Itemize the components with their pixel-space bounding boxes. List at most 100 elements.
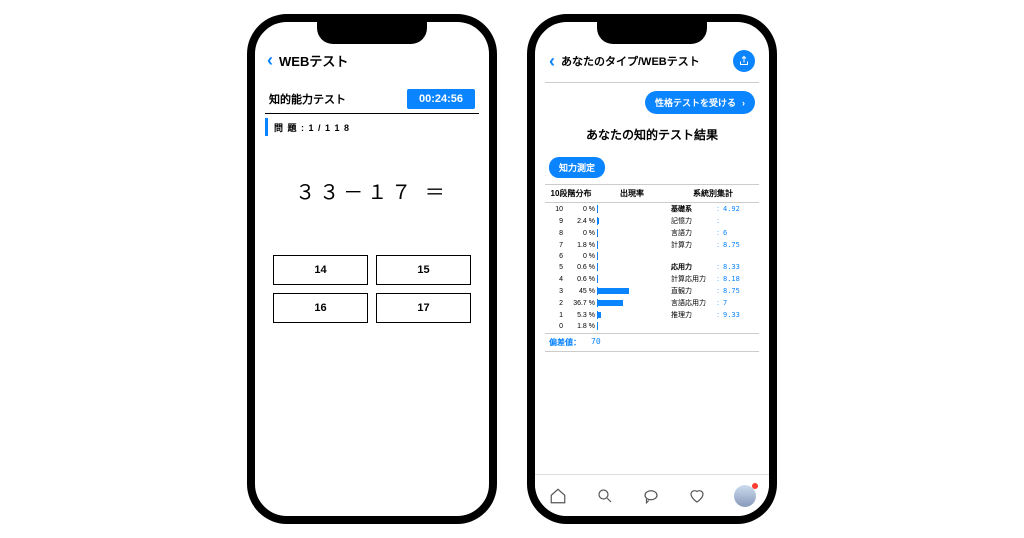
- result-title: あなたの知的テスト結果: [545, 126, 759, 143]
- bar-cell: [597, 229, 667, 237]
- timer-badge: 00:24:56: [407, 89, 475, 109]
- search-icon[interactable]: [595, 486, 615, 506]
- bar-cell: [597, 287, 667, 295]
- bar-cell: [597, 263, 667, 271]
- table-header: 10段階分布 出現率 系統別集計: [545, 184, 759, 203]
- share-icon: [738, 55, 750, 67]
- profile-avatar[interactable]: [734, 485, 756, 507]
- score-value: 7: [723, 299, 749, 307]
- answer-button-1[interactable]: 14: [273, 255, 368, 285]
- percent-cell: 0 %: [567, 206, 597, 213]
- answer-button-3[interactable]: 16: [273, 293, 368, 323]
- percent-cell: 2.4 %: [567, 218, 597, 225]
- share-button[interactable]: [733, 50, 755, 72]
- divider: [265, 113, 479, 114]
- table-row: 60 %: [545, 251, 759, 261]
- phone-right: ‹ あなたのタイプ/WEBテスト 性格テストを受ける › あなたの知的テスト結果…: [527, 14, 777, 524]
- category-label: 応用力: [667, 262, 717, 272]
- level-cell: 6: [545, 253, 567, 260]
- level-cell: 1: [545, 312, 567, 319]
- home-icon[interactable]: [548, 486, 568, 506]
- bar-cell: [597, 311, 667, 319]
- table-row: 50.6 %応用力:8.33: [545, 261, 759, 273]
- deviation-value: 70: [591, 337, 601, 348]
- col-aggregate: 系統別集計: [667, 188, 759, 199]
- answer-button-2[interactable]: 15: [376, 255, 471, 285]
- data-rows: 100 %基礎系:4.9292.4 %記憶力:80 %言語力:671.8 %計算…: [545, 203, 759, 331]
- bar-cell: [597, 322, 667, 330]
- percent-cell: 0.6 %: [567, 264, 597, 271]
- category-label: 直観力: [667, 286, 717, 296]
- percent-cell: 0 %: [567, 253, 597, 260]
- level-cell: 8: [545, 230, 567, 237]
- tab-bar: [535, 474, 769, 516]
- question-number: 問 題 : 1 / 1 1 8: [274, 121, 350, 134]
- table-row: 40.6 %計算応用力:8.18: [545, 273, 759, 285]
- phone-left: ‹ WEBテスト 知的能力テスト 00:24:56 問 題 : 1 / 1 1 …: [247, 14, 497, 524]
- percent-cell: 0 %: [567, 230, 597, 237]
- back-chevron-icon[interactable]: ‹: [267, 50, 273, 71]
- question-text: ３３－１７ ＝: [265, 176, 479, 205]
- back-chevron-icon[interactable]: ‹: [549, 51, 555, 72]
- table-row: 100 %基礎系:4.92: [545, 203, 759, 215]
- table-row: 01.8 %: [545, 321, 759, 331]
- notch: [597, 22, 707, 44]
- category-label: 言語応用力: [667, 298, 717, 308]
- cta-label: 性格テストを受ける: [655, 96, 736, 109]
- score-value: 6: [723, 229, 749, 237]
- table-row: 80 %言語力:6: [545, 227, 759, 239]
- bar-cell: [597, 275, 667, 283]
- level-cell: 4: [545, 276, 567, 283]
- percent-cell: 1.8 %: [567, 242, 597, 249]
- answer-button-4[interactable]: 17: [376, 293, 471, 323]
- personality-test-button[interactable]: 性格テストを受ける ›: [645, 91, 755, 114]
- level-cell: 5: [545, 264, 567, 271]
- header: ‹ あなたのタイプ/WEBテスト: [545, 50, 759, 72]
- answer-grid: 14 15 16 17: [265, 255, 479, 323]
- colon: :: [717, 218, 723, 225]
- category-label: 基礎系: [667, 204, 717, 214]
- chevron-right-icon: ›: [742, 98, 745, 108]
- bar-cell: [597, 205, 667, 213]
- heart-icon[interactable]: [687, 486, 707, 506]
- table-row: 92.4 % 記憶力:: [545, 215, 759, 227]
- category-label: 計算応用力: [667, 274, 717, 284]
- level-cell: 9: [545, 218, 567, 225]
- percent-cell: 5.3 %: [567, 312, 597, 319]
- col-distribution: 10段階分布: [545, 188, 597, 199]
- bar-cell: [597, 241, 667, 249]
- divider: [545, 82, 759, 83]
- header-title: WEBテスト: [279, 51, 348, 70]
- table-row: 15.3 %推理力:9.33: [545, 309, 759, 321]
- col-rate: 出現率: [597, 188, 667, 199]
- score-value: 4.92: [723, 205, 749, 213]
- subheader: 知的能力テスト 00:24:56: [265, 89, 479, 109]
- level-cell: 7: [545, 242, 567, 249]
- category-label: 言語力: [667, 228, 717, 238]
- notch: [317, 22, 427, 44]
- percent-cell: 1.8 %: [567, 323, 597, 330]
- category-label: 推理力: [667, 310, 717, 320]
- header-title: あなたのタイプ/WEBテスト: [561, 53, 700, 69]
- score-value: 8.33: [723, 263, 749, 271]
- score-value: 8.75: [723, 287, 749, 295]
- deviation-row: 偏差値： 70: [545, 333, 759, 352]
- score-value: 9.33: [723, 311, 749, 319]
- chat-icon[interactable]: [641, 486, 661, 506]
- table-row: 345 %直観力:8.75: [545, 285, 759, 297]
- test-name: 知的能力テスト: [269, 91, 346, 107]
- percent-cell: 45 %: [567, 288, 597, 295]
- table-row: 71.8 %計算力:8.75: [545, 239, 759, 251]
- percent-cell: 0.6 %: [567, 276, 597, 283]
- category-label: 記憶力: [667, 216, 717, 226]
- score-value: 8.18: [723, 275, 749, 283]
- level-cell: 2: [545, 300, 567, 307]
- header: ‹ WEBテスト: [265, 50, 479, 71]
- level-cell: 10: [545, 206, 567, 213]
- category-label: 計算力: [667, 240, 717, 250]
- level-cell: 3: [545, 288, 567, 295]
- table-row: 236.7 %言語応用力:7: [545, 297, 759, 309]
- score-value: 8.75: [723, 241, 749, 249]
- bar-cell: [597, 217, 667, 225]
- bar-cell: [597, 299, 667, 307]
